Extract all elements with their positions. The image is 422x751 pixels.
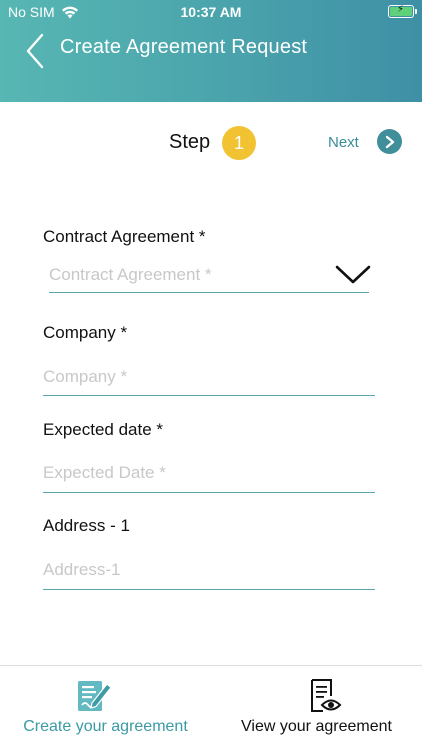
bottom-tab-bar: Create your agreement View your agreemen… bbox=[0, 665, 422, 751]
contract-agreement-label: Contract Agreement * bbox=[43, 227, 206, 246]
tab-create-label: Create your agreement bbox=[23, 718, 188, 735]
view-agreement-icon bbox=[311, 679, 342, 712]
step-number-badge: 1 bbox=[222, 126, 256, 160]
expected-date-label: Expected date * bbox=[43, 420, 164, 439]
address-1-label: Address - 1 bbox=[43, 516, 130, 535]
chevron-right-icon bbox=[385, 135, 394, 148]
step-label: Step bbox=[169, 131, 211, 153]
chevron-down-icon[interactable] bbox=[335, 262, 371, 286]
contract-agreement-dropdown[interactable]: Contract Agreement * bbox=[49, 265, 212, 285]
next-button-label[interactable]: Next bbox=[328, 134, 359, 151]
company-input[interactable] bbox=[43, 358, 375, 396]
back-chevron-icon[interactable] bbox=[22, 32, 52, 70]
create-agreement-icon bbox=[78, 681, 112, 711]
expected-date-input[interactable] bbox=[43, 454, 375, 493]
address-1-input[interactable] bbox=[43, 551, 375, 590]
status-time: 10:37 AM bbox=[180, 4, 242, 20]
next-arrow-button[interactable] bbox=[377, 129, 402, 154]
page-title: Create Agreement Request bbox=[60, 36, 308, 58]
contract-agreement-underline bbox=[49, 292, 369, 293]
tab-view-label: View your agreement bbox=[241, 718, 392, 735]
tab-create-agreement[interactable]: Create your agreement bbox=[0, 666, 211, 751]
tab-view-agreement[interactable]: View your agreement bbox=[211, 666, 422, 751]
battery-icon: ⚡ bbox=[388, 4, 417, 18]
company-label: Company * bbox=[43, 323, 128, 342]
status-bar: No SIM 10:37 AM ⚡ bbox=[0, 0, 422, 24]
header: No SIM 10:37 AM ⚡ Create Agreement Reque… bbox=[0, 0, 422, 102]
